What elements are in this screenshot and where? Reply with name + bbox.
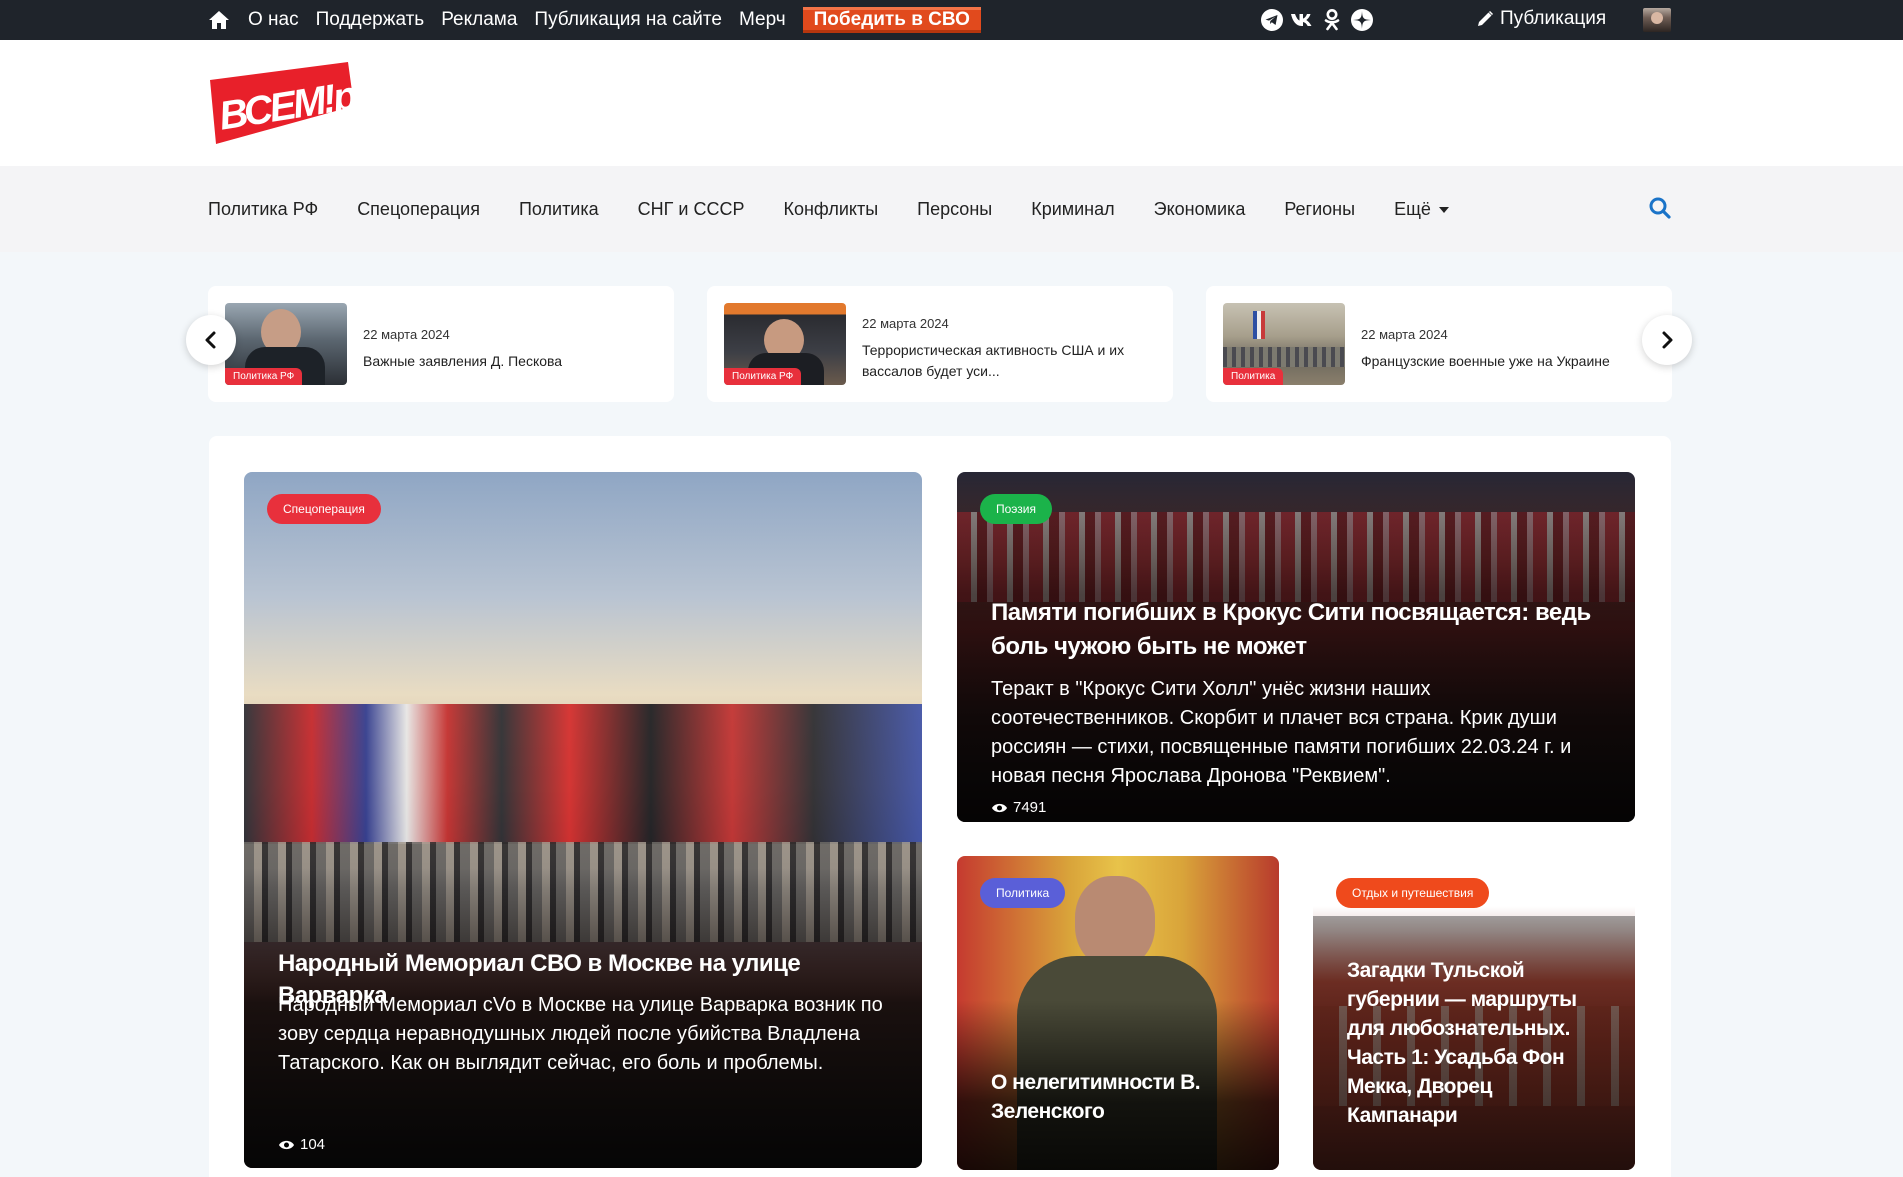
ticker-item[interactable]: Политика 22 марта 2024 Французские военн… xyxy=(1206,286,1672,402)
featured-article-card[interactable]: Спецоперация Народный Мемориал СВО в Мос… xyxy=(244,472,922,1168)
nav-item-economy[interactable]: Экономика xyxy=(1154,199,1246,220)
nav-item-special-operation[interactable]: Спецоперация xyxy=(357,199,480,220)
main-nav-items: Политика РФ Спецоперация Политика СНГ и … xyxy=(208,166,1488,252)
publish-label: Публикация xyxy=(1500,8,1607,29)
nav-item-politics-rf[interactable]: Политика РФ xyxy=(208,199,318,220)
search-icon[interactable] xyxy=(1648,196,1672,220)
article-excerpt: Теракт в "Крокус Сити Холл" унёс жизни н… xyxy=(991,678,1572,787)
chevron-right-icon xyxy=(1662,331,1673,349)
site-header: ВСЕМ!ру xyxy=(0,40,1903,166)
ticker-date: 22 марта 2024 xyxy=(363,327,450,342)
ticker-item[interactable]: Политика РФ 22 марта 2024 Важные заявлен… xyxy=(208,286,674,402)
article-card-zelensky[interactable]: Политика О нелегитимности В. Зеленского xyxy=(957,856,1279,1170)
top-link-win-svo[interactable]: Победить в СВО xyxy=(802,7,981,33)
featured-panel: Спецоперация Народный Мемориал СВО в Мос… xyxy=(209,436,1671,1177)
top-link-about[interactable]: О нас xyxy=(248,9,299,31)
article-card-tula[interactable]: Отдых и путешествия Загадки Тульской губ… xyxy=(1313,856,1635,1170)
views-count: 7491 xyxy=(1013,799,1047,816)
odnoklassniki-icon[interactable] xyxy=(1320,8,1344,32)
ticker-next-button[interactable] xyxy=(1642,315,1692,365)
top-bar-inner: О нас Поддержать Реклама Публикация на с… xyxy=(208,0,1672,40)
nav-item-more[interactable]: Ещё xyxy=(1394,199,1449,220)
ticker-title[interactable]: Террористическая активность США и их вас… xyxy=(862,340,1157,382)
news-ticker: Политика РФ 22 марта 2024 Важные заявлен… xyxy=(186,286,1692,402)
ticker-prev-button[interactable] xyxy=(186,315,236,365)
zen-icon[interactable] xyxy=(1350,8,1374,32)
category-badge[interactable]: Спецоперация xyxy=(267,494,381,524)
article-title[interactable]: Памяти погибших в Крокус Сити посвящаетс… xyxy=(991,596,1613,664)
category-badge[interactable]: Отдых и путешествия xyxy=(1336,878,1490,908)
ticker-title[interactable]: Французские военные уже на Украине xyxy=(1361,351,1656,372)
nav-more-label: Ещё xyxy=(1394,198,1431,219)
social-links xyxy=(1260,8,1374,32)
article-card-crocus[interactable]: Поэзия Памяти погибших в Крокус Сити пос… xyxy=(957,472,1635,822)
nav-item-politics[interactable]: Политика xyxy=(519,199,599,220)
pencil-icon xyxy=(1478,10,1494,26)
top-link-merch[interactable]: Мерч xyxy=(739,9,786,31)
ticker-badge: Политика РФ xyxy=(225,368,303,385)
top-link-support[interactable]: Поддержать xyxy=(316,9,425,31)
ticker-badge: Политика xyxy=(1223,368,1284,385)
ticker-thumbnail: Политика РФ xyxy=(225,303,347,385)
views-count: 104 xyxy=(300,1136,326,1153)
ticker-thumbnail: Политика РФ xyxy=(724,303,846,385)
nav-item-persons[interactable]: Персоны xyxy=(917,199,992,220)
nav-item-regions[interactable]: Регионы xyxy=(1284,199,1355,220)
category-badge[interactable]: Политика xyxy=(980,878,1066,908)
ticker-badge: Политика РФ xyxy=(724,368,802,385)
publish-button[interactable]: Публикация xyxy=(1476,8,1606,30)
eye-icon xyxy=(279,1140,294,1149)
eye-icon xyxy=(992,803,1007,812)
zelensky-image-face xyxy=(1075,876,1155,968)
home-icon[interactable] xyxy=(208,10,230,30)
ticker-date: 22 марта 2024 xyxy=(862,316,949,331)
featured-views: 104 xyxy=(278,1136,325,1153)
featured-image-flags xyxy=(244,704,922,844)
ticker-title[interactable]: Важные заявления Д. Пескова xyxy=(363,351,658,372)
article-views: 7491 xyxy=(991,799,1046,816)
nav-item-conflicts[interactable]: Конфликты xyxy=(783,199,878,220)
top-link-ads[interactable]: Реклама xyxy=(441,9,517,31)
featured-excerpt: Народный Мемориал cVo в Москве на улице … xyxy=(278,994,883,1074)
top-bar: О нас Поддержать Реклама Публикация на с… xyxy=(0,0,1903,40)
category-badge[interactable]: Поэзия xyxy=(980,494,1052,524)
article-title[interactable]: О нелегитимности В. Зеленского xyxy=(991,1068,1251,1126)
top-link-publication[interactable]: Публикация на сайте xyxy=(534,9,722,31)
user-avatar[interactable] xyxy=(1643,8,1671,32)
ticker-date: 22 марта 2024 xyxy=(1361,327,1448,342)
site-logo[interactable]: ВСЕМ!ру xyxy=(208,62,356,144)
chevron-left-icon xyxy=(205,331,216,349)
telegram-icon[interactable] xyxy=(1260,8,1284,32)
main-nav: Политика РФ Спецоперация Политика СНГ и … xyxy=(0,166,1903,252)
chevron-down-icon xyxy=(1438,206,1449,213)
nav-item-cis-ussr[interactable]: СНГ и СССР xyxy=(638,199,745,220)
article-title[interactable]: Загадки Тульской губернии — маршруты для… xyxy=(1347,956,1587,1130)
ticker-thumbnail: Политика xyxy=(1223,303,1345,385)
vk-icon[interactable] xyxy=(1290,8,1314,32)
nav-item-crime[interactable]: Криминал xyxy=(1031,199,1114,220)
ticker-item[interactable]: Политика РФ 22 марта 2024 Террористическ… xyxy=(707,286,1173,402)
